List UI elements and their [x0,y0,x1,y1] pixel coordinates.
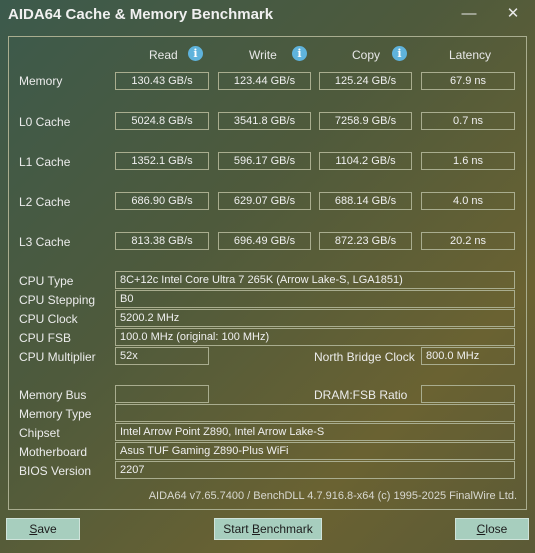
l0-latency-value: 0.7 ns [421,112,515,130]
memory-type-label: Memory Type [19,407,92,421]
cpu-multiplier-value: 52x [115,347,209,365]
cpu-type-label: CPU Type [19,274,74,288]
l2-write-value: 629.07 GB/s [218,192,311,210]
start-benchmark-label: enchmark [260,522,313,536]
memory-bus-value [115,385,209,403]
bios-version-value: 2207 [115,461,515,479]
l2-read-value: 686.90 GB/s [115,192,209,210]
memory-copy-value: 125.24 GB/s [319,72,412,90]
start-benchmark-label-prefix: Start [223,522,252,536]
chipset-value: Intel Arrow Point Z890, Intel Arrow Lake… [115,423,515,441]
memory-type-value [115,404,515,422]
row-label-l1-cache: L1 Cache [19,155,71,169]
memory-write-value: 123.44 GB/s [218,72,311,90]
memory-latency-value: 67.9 ns [421,72,515,90]
cpu-stepping-label: CPU Stepping [19,293,96,307]
l1-write-value: 596.17 GB/s [218,152,311,170]
chipset-label: Chipset [19,426,60,440]
title-bar: AIDA64 Cache & Memory Benchmark — ✕ [0,0,535,30]
dram-fsb-ratio-value [421,385,515,403]
l3-copy-value: 872.23 GB/s [319,232,412,250]
column-header-copy: Copy [352,48,381,62]
minimize-icon[interactable]: — [457,4,481,24]
motherboard-label: Motherboard [19,445,88,459]
info-icon[interactable]: i [292,46,307,61]
l3-write-value: 696.49 GB/s [218,232,311,250]
start-benchmark-button[interactable]: Start Benchmark [214,518,322,540]
cpu-stepping-value: B0 [115,290,515,308]
close-icon[interactable]: ✕ [501,4,525,24]
column-header-read: Read [149,48,178,62]
l1-read-value: 1352.1 GB/s [115,152,209,170]
row-label-memory: Memory [19,74,63,88]
north-bridge-clock-value: 800.0 MHz [421,347,515,365]
row-label-l3-cache: L3 Cache [19,235,71,249]
info-icon[interactable]: i [392,46,407,61]
l0-read-value: 5024.8 GB/s [115,112,209,130]
memory-bus-label: Memory Bus [19,388,87,402]
cpu-fsb-label: CPU FSB [19,331,72,345]
l3-read-value: 813.38 GB/s [115,232,209,250]
motherboard-value: Asus TUF Gaming Z890-Plus WiFi [115,442,515,460]
close-button[interactable]: Close [455,518,529,540]
cpu-clock-value: 5200.2 MHz [115,309,515,327]
save-button[interactable]: Save [6,518,80,540]
memory-read-value: 130.43 GB/s [115,72,209,90]
l0-copy-value: 7258.9 GB/s [319,112,412,130]
cpu-type-value: 8C+12c Intel Core Ultra 7 265K (Arrow La… [115,271,515,289]
row-label-l0-cache: L0 Cache [19,115,71,129]
version-footer: AIDA64 v7.65.7400 / BenchDLL 4.7.916.8-x… [148,490,517,502]
north-bridge-clock-label: North Bridge Clock [314,350,415,364]
l2-latency-value: 4.0 ns [421,192,515,210]
close-button-label: lose [485,522,508,536]
l1-copy-value: 1104.2 GB/s [319,152,412,170]
start-benchmark-mnemonic: B [251,522,260,536]
cpu-multiplier-label: CPU Multiplier [19,350,96,364]
row-label-l2-cache: L2 Cache [19,195,71,209]
window-title: AIDA64 Cache & Memory Benchmark [8,6,274,23]
dram-fsb-ratio-label: DRAM:FSB Ratio [314,388,408,402]
l1-latency-value: 1.6 ns [421,152,515,170]
l3-latency-value: 20.2 ns [421,232,515,250]
l2-copy-value: 688.14 GB/s [319,192,412,210]
cpu-clock-label: CPU Clock [19,312,78,326]
l0-write-value: 3541.8 GB/s [218,112,311,130]
cpu-fsb-value: 100.0 MHz (original: 100 MHz) [115,328,515,346]
save-button-label: ave [37,522,57,536]
bios-version-label: BIOS Version [19,464,92,478]
info-icon[interactable]: i [188,46,203,61]
column-header-write: Write [249,48,277,62]
column-header-latency: Latency [449,48,492,62]
